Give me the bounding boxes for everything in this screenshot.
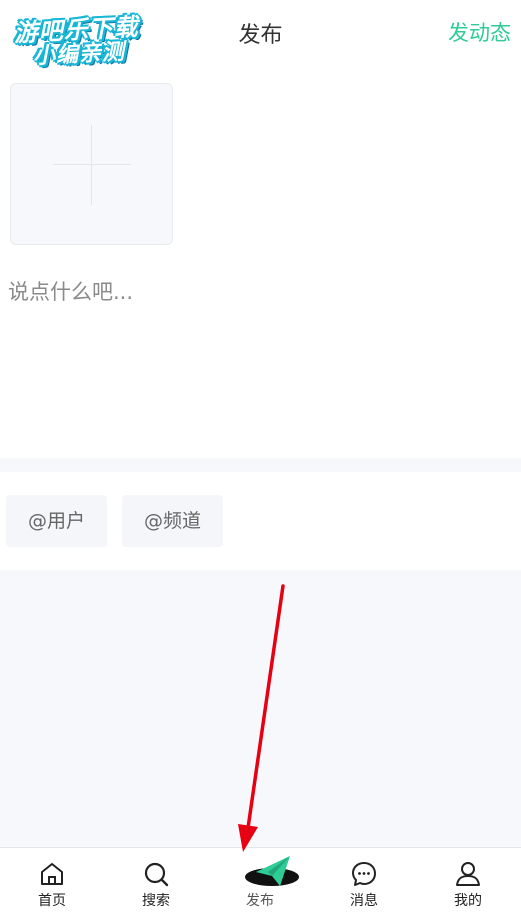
post-content-input[interactable] — [8, 276, 513, 426]
paper-plane-icon — [245, 856, 299, 886]
mention-channel-button[interactable]: @频道 — [122, 495, 223, 547]
tab-messages-label: 消息 — [350, 893, 378, 909]
search-icon — [144, 862, 169, 887]
tab-messages[interactable]: 消息 — [312, 848, 416, 915]
page-title: 发布 — [238, 23, 283, 48]
tab-publish-label: 发布 — [246, 893, 274, 909]
chat-bubble-icon — [352, 862, 376, 886]
tab-home-label: 首页 — [38, 893, 66, 909]
plus-icon-vertical — [91, 125, 92, 205]
header: 游吧乐下载 小编亲测 发布 发动态 — [0, 0, 521, 69]
tab-publish[interactable]: 发布 — [208, 848, 312, 915]
user-icon — [456, 862, 480, 886]
mention-user-button[interactable]: @用户 — [6, 495, 107, 547]
tab-search[interactable]: 搜索 — [104, 848, 208, 915]
tab-profile[interactable]: 我的 — [416, 848, 520, 915]
home-icon — [41, 863, 63, 885]
tab-profile-label: 我的 — [454, 893, 482, 909]
add-image-button[interactable] — [10, 83, 173, 245]
plus-icon — [53, 164, 131, 165]
post-dynamic-button[interactable]: 发动态 — [448, 17, 511, 47]
tab-search-label: 搜索 — [142, 893, 170, 909]
bottom-tab-bar: 首页 搜索 发布 消息 我的 — [0, 847, 521, 915]
extra-panel — [0, 570, 521, 847]
section-divider — [0, 458, 521, 472]
tab-home[interactable]: 首页 — [0, 848, 104, 915]
